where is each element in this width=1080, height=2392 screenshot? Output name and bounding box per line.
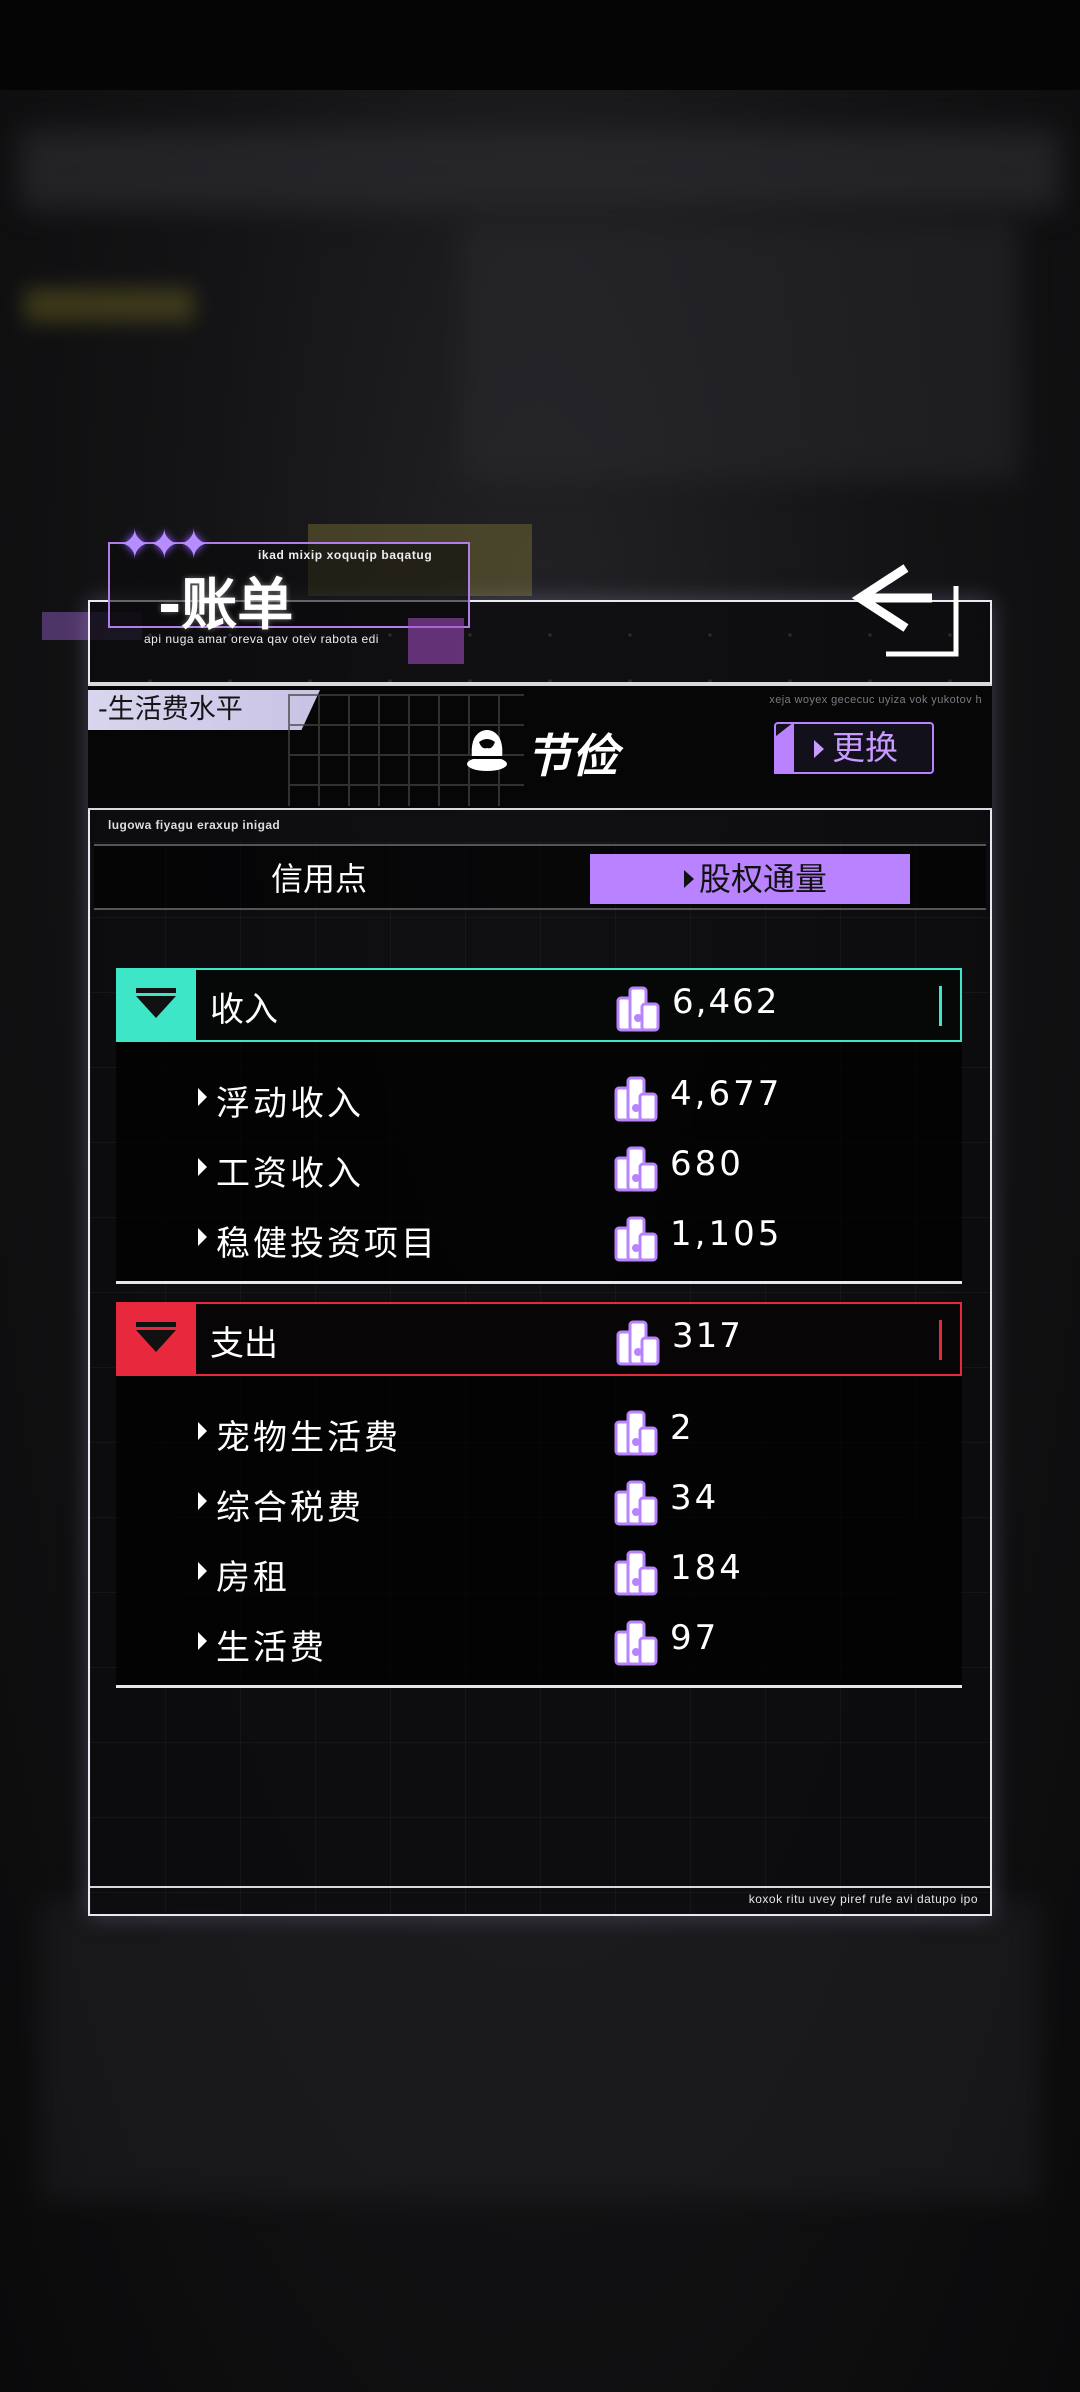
tab-label: 信用点 [270,860,367,898]
equity-flux-coin-icon [614,1214,658,1264]
collapse-icon [116,1302,196,1376]
collapse-icon [116,968,196,1042]
equity-flux-coin-icon [614,1618,658,1668]
background-blur-shape [24,288,194,322]
background-blur-shape [460,220,1020,480]
change-level-button[interactable]: 更换 [774,722,934,774]
expense-header[interactable]: 支出 317 [116,1302,962,1376]
income-item-value: 680 [670,1144,744,1184]
income-item-label: 工资收入 [216,1154,364,1194]
income-row: 浮动收入 4,677 [116,1068,962,1128]
title-decoration [408,618,464,664]
title-description: api nuga amar oreva qav otev rabota edi [144,632,379,646]
background-blur-shape [20,130,1060,210]
saving-pot-icon [462,724,512,774]
section-divider [116,1685,962,1688]
expense-label: 支出 [210,1324,278,1364]
back-arrow-icon [851,564,959,657]
expense-item-value: 97 [670,1618,720,1658]
bullet-triangle-icon [198,1562,207,1580]
section-divider [116,1281,962,1284]
expense-item-label: 生活费 [216,1628,327,1668]
equity-flux-coin-icon [614,1144,658,1194]
bullet-triangle-icon [198,1158,207,1176]
income-label: 收入 [210,990,278,1030]
expense-item-value: 34 [670,1478,720,1518]
equity-flux-coin-icon [616,984,660,1034]
change-level-label: 更换 [832,728,898,767]
footer-text: koxok ritu uvey piref rufe avi datupo ip… [748,1892,978,1906]
bullet-triangle-icon [198,1632,207,1650]
income-total: 6,462 [672,982,780,1022]
living-level-value: 节俭 [526,729,618,783]
tab-label: 股权通量 [698,860,827,898]
background-top-bar [0,0,1080,90]
back-button[interactable] [846,560,972,660]
expense-item-value: 184 [670,1548,744,1588]
currency-tabs: 信用点 股权通量 [94,844,986,910]
tab-equity-flux[interactable]: 股权通量 [590,854,910,904]
page-title: -账单 [158,573,294,638]
expense-total: 317 [672,1316,743,1356]
button-accent [774,722,794,774]
income-row: 工资收入 680 [116,1138,962,1198]
bullet-triangle-icon [198,1422,207,1440]
income-header[interactable]: 收入 6,462 [116,968,962,1042]
tab-credit-points[interactable]: 信用点 [174,854,464,904]
equity-flux-coin-icon [614,1408,658,1458]
expense-row: 宠物生活费 2 [116,1402,962,1462]
income-item-label: 稳健投资项目 [216,1224,438,1264]
expense-item-value: 2 [670,1408,695,1448]
income-row: 稳健投资项目 1,105 [116,1208,962,1268]
income-item-label: 浮动收入 [216,1084,364,1124]
header-end-bar [939,986,942,1026]
tabs-note: lugowa fiyagu eraxup inigad [108,818,281,832]
expense-item-label: 综合税费 [216,1488,364,1528]
income-section: 收入 6,462 浮动收入 4,677 工资收入 680 稳健投资项目 1,10… [116,968,962,1284]
expense-row: 综合税费 34 [116,1472,962,1532]
income-item-value: 4,677 [670,1074,783,1114]
living-level-note: xeja woyex gececuc uyiza vok yukotov h [769,694,982,706]
header-end-bar [939,1320,942,1360]
bullet-triangle-icon [198,1228,207,1246]
bullet-triangle-icon [198,1492,207,1510]
play-triangle-icon [684,870,694,888]
expense-item-label: 宠物生活费 [216,1418,401,1458]
bullet-triangle-icon [198,1088,207,1106]
expense-row: 房租 184 [116,1542,962,1602]
equity-flux-coin-icon [614,1548,658,1598]
equity-flux-coin-icon [616,1318,660,1368]
living-level-bar: -生活费水平 xeja woyex gececuc uyiza vok yuko… [88,684,992,810]
expense-row: 生活费 97 [116,1612,962,1672]
expense-item-label: 房租 [216,1558,290,1598]
panel-footer: koxok ritu uvey piref rufe avi datupo ip… [90,1886,990,1914]
expense-section: 支出 317 宠物生活费 2 综合税费 34 房租 184 生活费 97 [116,1302,962,1688]
play-triangle-icon [814,740,824,758]
background-blur-shape [40,1900,1040,2200]
equity-flux-coin-icon [614,1074,658,1124]
income-item-value: 1,105 [670,1214,783,1254]
equity-flux-coin-icon [614,1478,658,1528]
living-level-label: -生活费水平 [88,690,320,730]
